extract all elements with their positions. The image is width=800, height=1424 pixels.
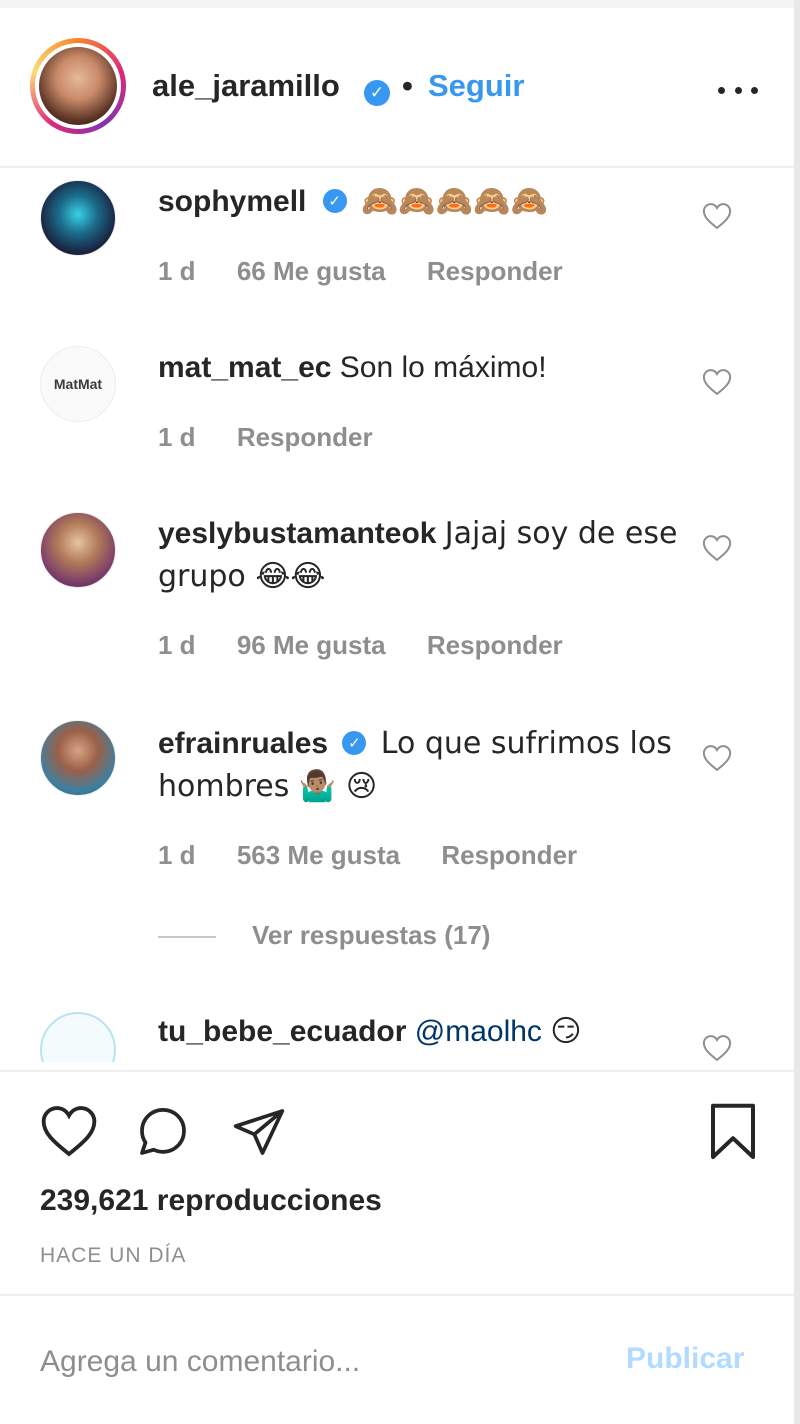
comment-time: 1 d: [158, 630, 196, 660]
comment-username[interactable]: sophymell: [158, 185, 306, 218]
replies-divider: [158, 936, 216, 938]
comment-text: mat_mat_ec Son lo máximo!: [158, 346, 678, 389]
comments-list[interactable]: sophymell ✓ 🙈🙈🙈🙈🙈 1 d 66 Me gusta Respon…: [0, 170, 794, 1062]
separator-dot: •: [402, 68, 413, 103]
top-strip: [0, 0, 800, 8]
reply-button[interactable]: Responder: [427, 630, 563, 660]
comment-body: 😏: [550, 1014, 582, 1049]
comment-likes[interactable]: 96 Me gusta: [237, 630, 386, 660]
bookmark-icon[interactable]: [706, 1102, 760, 1162]
comment-username[interactable]: mat_mat_ec: [158, 351, 331, 384]
reply-button[interactable]: Responder: [441, 840, 577, 870]
avatar[interactable]: [40, 720, 116, 796]
comment-meta: 1 d 96 Me gusta Responder: [158, 630, 597, 661]
comment-time: 1 d: [158, 256, 196, 286]
reply-button[interactable]: Responder: [427, 256, 563, 286]
like-comment-heart-icon[interactable]: [702, 1034, 732, 1062]
avatar[interactable]: [40, 512, 116, 588]
comment-likes[interactable]: 563 Me gusta: [237, 840, 400, 870]
like-comment-heart-icon[interactable]: [702, 744, 732, 772]
avatar[interactable]: [39, 47, 117, 125]
follow-button[interactable]: Seguir: [428, 68, 524, 104]
comment-time: 1 d: [158, 422, 196, 452]
comment-username[interactable]: efrainruales: [158, 727, 328, 760]
comment-body: 🙈🙈🙈🙈🙈: [361, 184, 548, 219]
view-replies-button[interactable]: Ver respuestas (17): [252, 920, 490, 951]
comment-likes[interactable]: 66 Me gusta: [237, 256, 386, 286]
post-actions: 239,621 reproducciones HACE UN DÍA: [0, 1070, 794, 1294]
post-date[interactable]: HACE UN DÍA: [40, 1244, 186, 1268]
verified-badge-icon: ✓: [364, 80, 390, 106]
verified-badge-icon: ✓: [322, 189, 347, 214]
comment-meta: 1 d Responder: [158, 422, 407, 453]
post-header: ale_jaramillo ✓ • Seguir: [0, 8, 794, 168]
reply-button[interactable]: Responder: [237, 422, 373, 452]
like-comment-heart-icon[interactable]: [702, 202, 732, 230]
post-panel: ale_jaramillo ✓ • Seguir sophymell ✓ 🙈🙈🙈…: [0, 0, 800, 1424]
comment-icon[interactable]: [134, 1104, 192, 1160]
author-username[interactable]: ale_jaramillo: [152, 68, 340, 104]
comment-username[interactable]: yeslybustamanteok: [158, 517, 436, 550]
avatar[interactable]: MatMat: [40, 346, 116, 422]
avatar[interactable]: [40, 180, 116, 256]
like-comment-heart-icon[interactable]: [702, 534, 732, 562]
comment-input[interactable]: [40, 1340, 580, 1384]
story-ring[interactable]: [30, 38, 126, 134]
comment-text: tu_bebe_ecuador @maolhc 😏: [158, 1010, 678, 1053]
comment-time: 1 d: [158, 840, 196, 870]
window-edge: [794, 0, 800, 1424]
comment-text: efrainruales ✓ Lo que sufrimos los hombr…: [158, 722, 678, 808]
comment-text: sophymell ✓ 🙈🙈🙈🙈🙈: [158, 180, 678, 223]
view-count[interactable]: 239,621 reproducciones: [40, 1184, 382, 1218]
avatar[interactable]: [40, 1012, 116, 1062]
verified-badge-icon: ✓: [342, 731, 367, 756]
comment-mention[interactable]: @maolhc: [415, 1015, 542, 1048]
comment-meta: 1 d 563 Me gusta Responder: [158, 840, 611, 871]
comment-text: yeslybustamanteok Jajaj soy de ese grupo…: [158, 512, 678, 598]
heart-icon[interactable]: [40, 1104, 98, 1158]
comment-meta: 1 d 66 Me gusta Responder: [158, 256, 597, 287]
comment-username[interactable]: tu_bebe_ecuador: [158, 1015, 406, 1048]
comment-body: Son lo máximo!: [339, 351, 547, 384]
add-comment-bar: Publicar: [0, 1294, 794, 1424]
publish-button[interactable]: Publicar: [626, 1342, 744, 1376]
more-horizontal-icon[interactable]: [718, 80, 758, 100]
send-icon[interactable]: [230, 1104, 288, 1160]
like-comment-heart-icon[interactable]: [702, 368, 732, 396]
